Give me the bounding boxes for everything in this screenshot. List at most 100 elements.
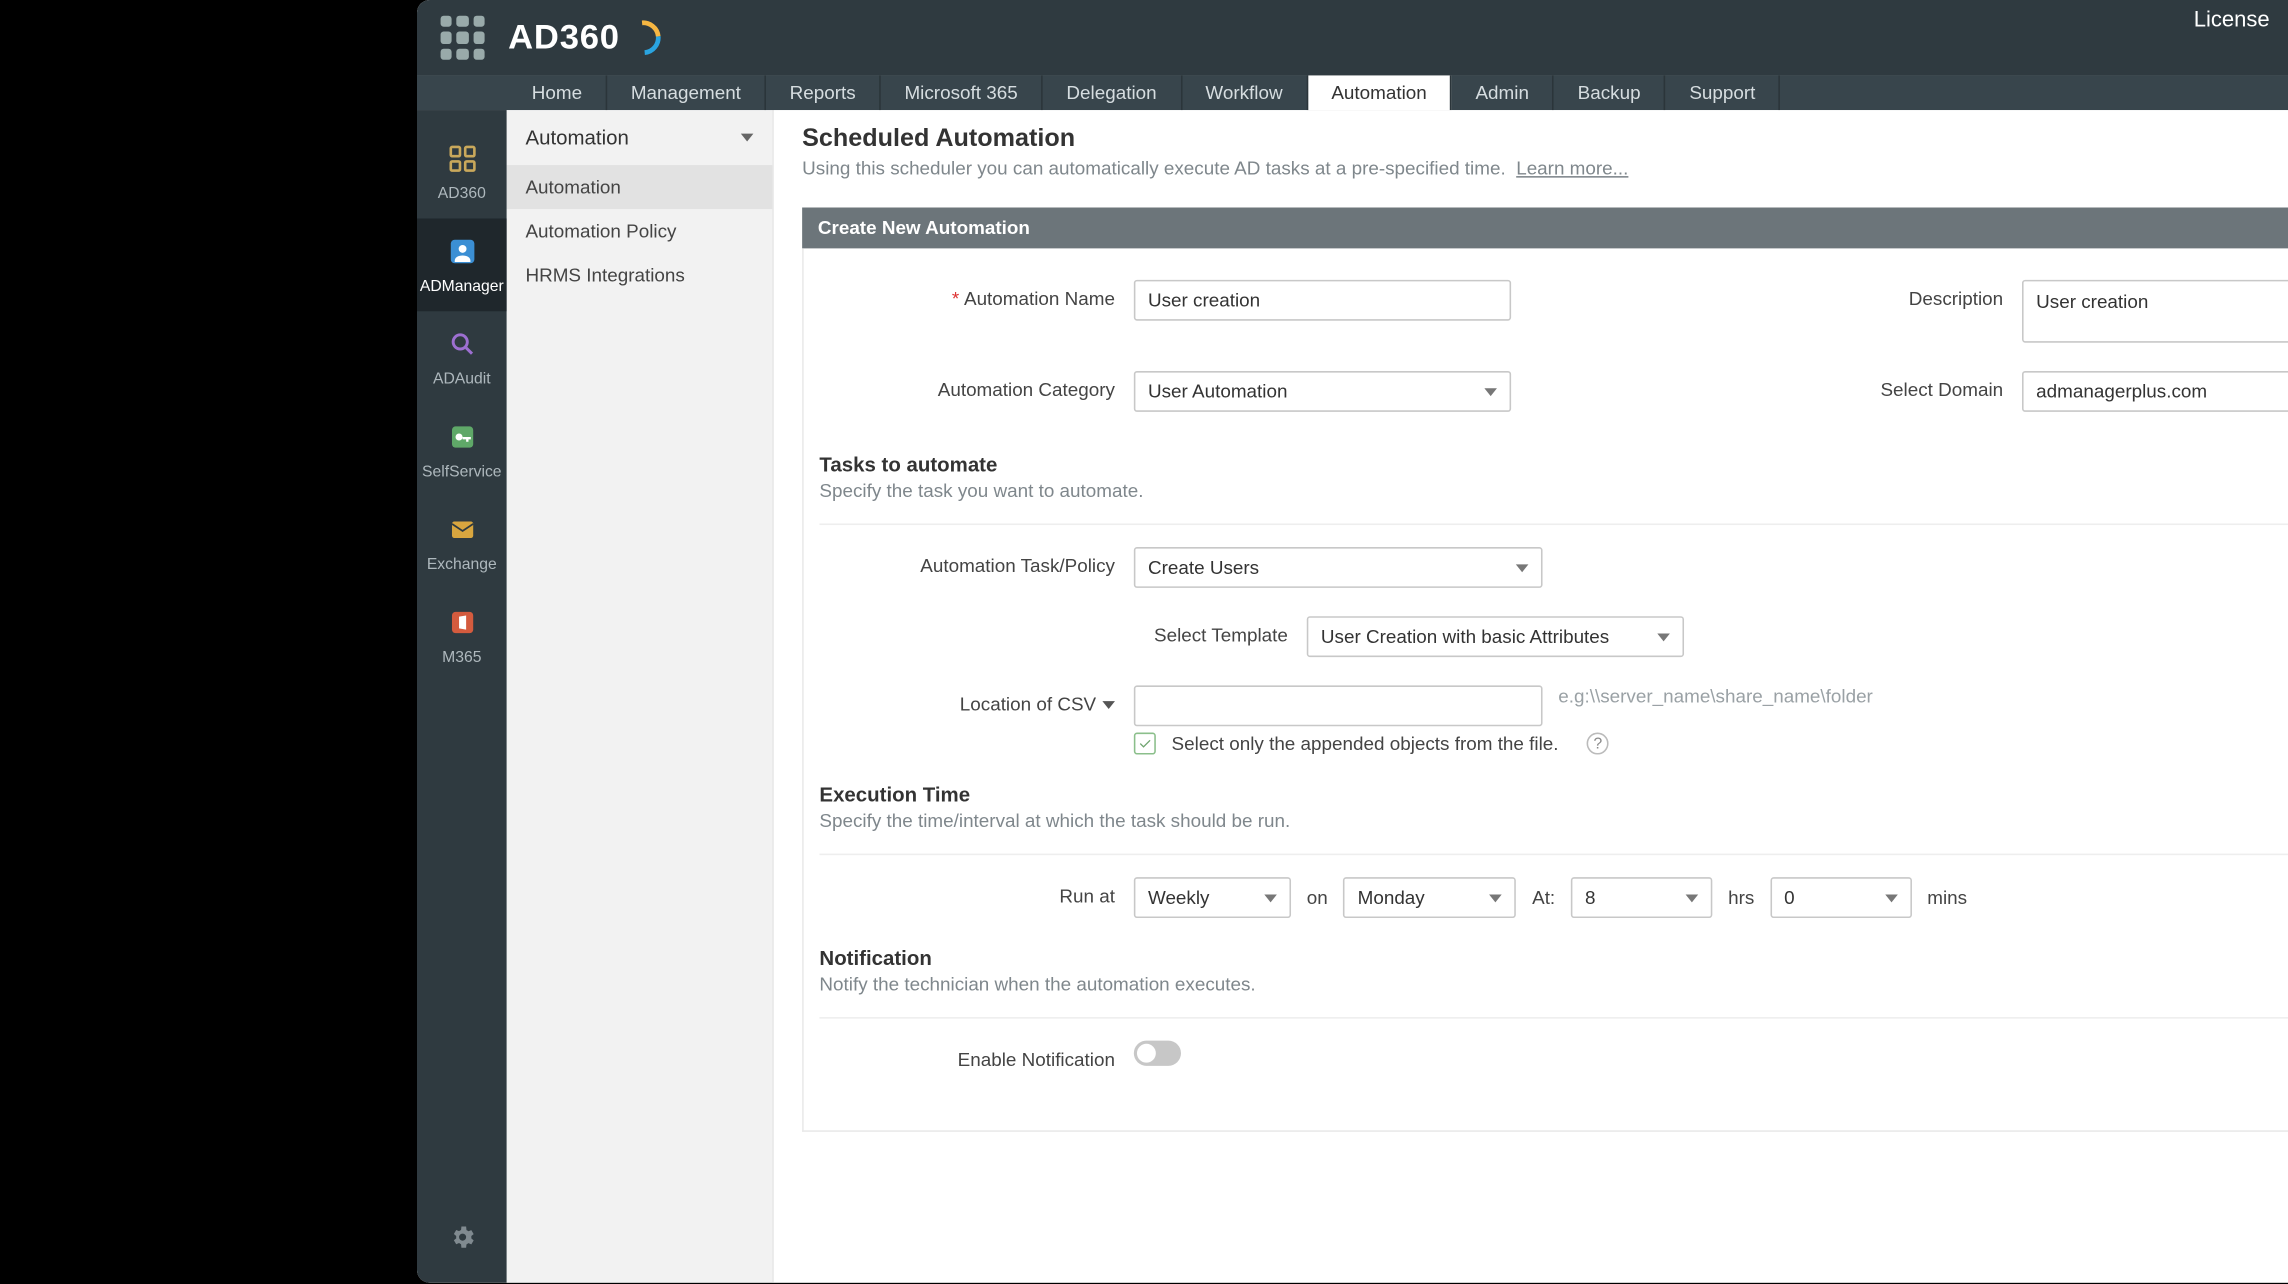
logo-arc-icon (618, 13, 667, 62)
magnifier-icon (444, 327, 479, 362)
tab-automation[interactable]: Automation (1307, 75, 1451, 110)
user-icon (444, 234, 479, 269)
csv-hint: e.g:\\server_name\share_name\folder (1558, 685, 1873, 707)
rail-label: SelfService (422, 464, 502, 481)
csv-label: Location of CSV (819, 685, 1133, 715)
tab-reports[interactable]: Reports (766, 75, 881, 110)
sidebar: Automation Automation Automation Policy … (506, 110, 773, 1283)
domain-label: Select Domain (1739, 371, 2022, 401)
category-label: Automation Category (819, 371, 1133, 401)
template-select[interactable]: User Creation with basic Attributes (1306, 616, 1683, 657)
rail-label: Exchange (426, 556, 496, 573)
category-value: User Automation (1147, 380, 1286, 402)
mins-label: mins (1927, 887, 1967, 909)
template-value: User Creation with basic Attributes (1320, 626, 1608, 648)
tab-workflow[interactable]: Workflow (1181, 75, 1307, 110)
office-icon (444, 605, 479, 640)
brand-logo: AD360 (508, 17, 660, 58)
caret-down-icon (1489, 894, 1502, 902)
caret-down-icon (740, 134, 753, 142)
rail-exchange[interactable]: Exchange (417, 497, 507, 590)
template-label: Select Template (992, 616, 1306, 646)
sidebar-title: Automation (525, 126, 628, 150)
rail-label: M365 (442, 649, 481, 666)
tab-bar: Home Management Reports Microsoft 365 De… (417, 75, 2288, 110)
learn-more-link[interactable]: Learn more... (1516, 157, 1628, 179)
apps-grid-icon[interactable] (440, 16, 484, 60)
rail-selfservice[interactable]: SelfService (417, 404, 507, 497)
rail-label: AD360 (437, 185, 485, 202)
brand-text: AD360 (508, 17, 620, 58)
exec-section-title: Execution Time (819, 783, 2288, 807)
hour-select[interactable]: 8 (1570, 877, 1711, 918)
caret-down-icon (1657, 633, 1670, 641)
mail-icon (444, 512, 479, 547)
rail-adaudit[interactable]: ADAudit (417, 311, 507, 404)
caret-down-icon (1884, 894, 1897, 902)
caret-down-icon (1484, 387, 1497, 395)
appended-only-label: Select only the appended objects from th… (1171, 733, 1558, 755)
separator-line (819, 854, 2288, 856)
left-rail: AD360 ADManager ADAudit SelfService Exch… (417, 110, 507, 1283)
help-icon[interactable]: ? (1586, 733, 1608, 755)
tab-management[interactable]: Management (607, 75, 766, 110)
at-label: At: (1532, 887, 1555, 909)
content-area: Scheduled Automation Using this schedule… (773, 110, 2288, 1283)
caret-down-icon (1515, 564, 1528, 572)
on-label: on (1306, 887, 1327, 909)
tab-support[interactable]: Support (1665, 75, 1780, 110)
description-label: Description (1739, 280, 2022, 310)
sidebar-item-hrms[interactable]: HRMS Integrations (506, 253, 772, 297)
domain-select[interactable]: admanagerplus.com (2022, 371, 2288, 412)
caret-down-icon (1685, 894, 1698, 902)
sidebar-item-policy[interactable]: Automation Policy (506, 209, 772, 253)
automation-name-input[interactable] (1133, 280, 1510, 321)
separator-line (819, 1017, 2288, 1019)
notif-section-title: Notification (819, 946, 2288, 970)
tasks-section-sub: Specify the task you want to automate. (819, 479, 2288, 501)
automation-name-label: *Automation Name (819, 280, 1133, 310)
frequency-select[interactable]: Weekly (1133, 877, 1290, 918)
enable-notif-toggle[interactable] (1133, 1041, 1180, 1066)
hrs-label: hrs (1728, 887, 1754, 909)
enable-notif-label: Enable Notification (819, 1041, 1133, 1071)
rail-admanager[interactable]: ADManager (417, 219, 507, 312)
run-at-label: Run at (819, 877, 1133, 907)
tab-admin[interactable]: Admin (1451, 75, 1553, 110)
topbar: AD360 License AD Explorer TalkBack (417, 0, 2288, 75)
domain-value: admanagerplus.com (2036, 380, 2207, 402)
rail-settings[interactable] (447, 1223, 475, 1283)
page-title: Scheduled Automation (802, 126, 2288, 154)
caret-down-icon (1264, 894, 1277, 902)
tab-backup[interactable]: Backup (1554, 75, 1666, 110)
sidebar-item-automation[interactable]: Automation (506, 165, 772, 209)
rail-label: ADManager (419, 278, 503, 295)
task-select[interactable]: Create Users (1133, 547, 1542, 588)
notif-section-sub: Notify the technician when the automatio… (819, 973, 2288, 995)
description-textarea[interactable] (2022, 280, 2288, 343)
panel-header: Create New Automation (802, 208, 2288, 249)
page-subtitle: Using this scheduler you can automatical… (802, 157, 2288, 179)
license-link[interactable]: License (2193, 0, 2269, 37)
form-panel: *Automation Name Description Automation … (802, 248, 2288, 1131)
caret-down-icon (1102, 702, 1115, 710)
rail-label: ADAudit (432, 371, 490, 388)
category-select[interactable]: User Automation (1133, 371, 1510, 412)
tasks-section-title: Tasks to automate (819, 453, 2288, 477)
rail-ad360[interactable]: AD360 (417, 126, 507, 219)
exec-section-sub: Specify the time/interval at which the t… (819, 810, 2288, 832)
minute-select[interactable]: 0 (1770, 877, 1911, 918)
task-label: Automation Task/Policy (819, 547, 1133, 577)
separator-line (819, 523, 2288, 525)
tab-delegation[interactable]: Delegation (1042, 75, 1181, 110)
csv-input[interactable] (1133, 685, 1542, 726)
appended-only-checkbox[interactable] (1133, 733, 1155, 755)
task-value: Create Users (1147, 556, 1258, 578)
key-icon (444, 420, 479, 455)
grid-icon (444, 141, 479, 176)
day-select[interactable]: Monday (1343, 877, 1516, 918)
tab-home[interactable]: Home (508, 75, 607, 110)
rail-m365[interactable]: M365 (417, 590, 507, 683)
sidebar-header[interactable]: Automation (506, 110, 772, 165)
tab-m365[interactable]: Microsoft 365 (880, 75, 1042, 110)
